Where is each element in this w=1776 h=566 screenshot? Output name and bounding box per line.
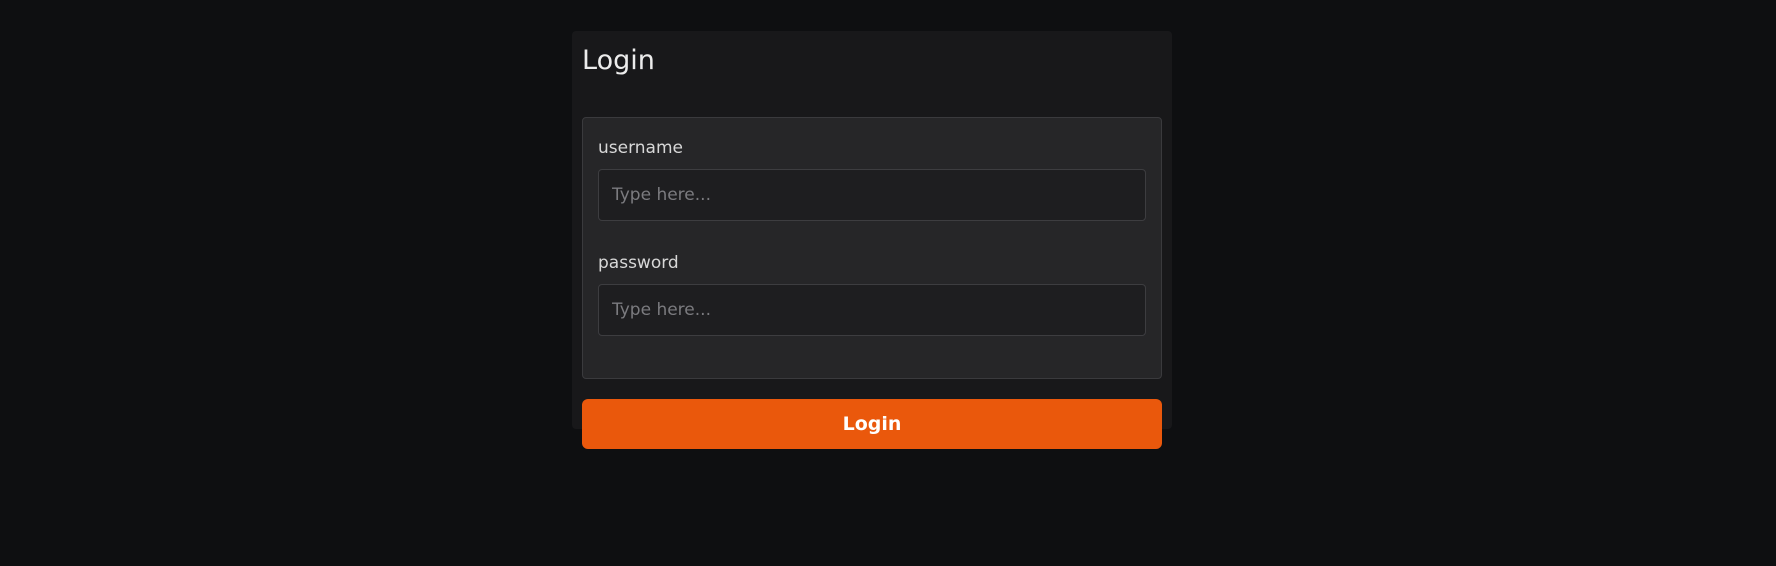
password-input[interactable] xyxy=(598,284,1146,336)
login-card: Login username password Login xyxy=(572,31,1172,449)
credentials-fieldset: username password xyxy=(582,117,1162,379)
password-label: password xyxy=(598,253,679,273)
login-button[interactable]: Login xyxy=(582,399,1162,449)
page-title: Login xyxy=(582,45,655,76)
username-label: username xyxy=(598,138,683,158)
username-input[interactable] xyxy=(598,169,1146,221)
